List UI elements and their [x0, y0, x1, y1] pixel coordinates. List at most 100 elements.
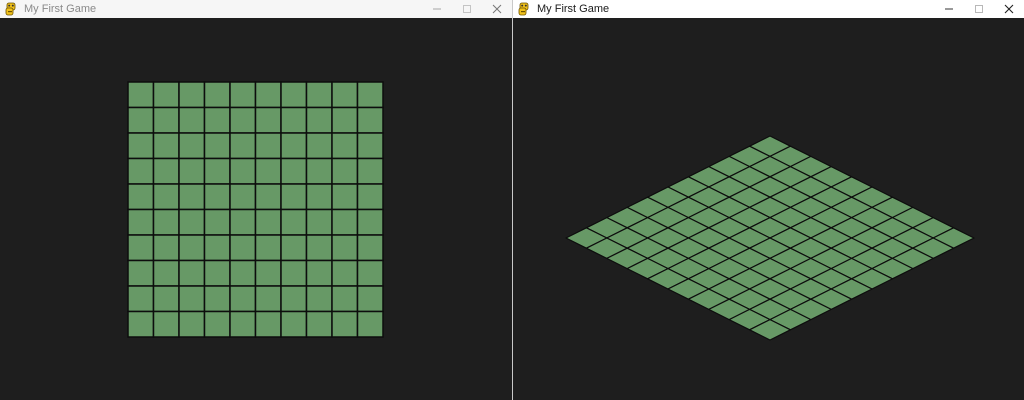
- tile: [203, 106, 231, 134]
- tile: [331, 259, 359, 287]
- tile: [305, 106, 333, 134]
- close-icon[interactable]: [482, 0, 512, 18]
- tile: [356, 157, 384, 185]
- tile: [152, 285, 180, 313]
- tile: [178, 132, 206, 160]
- tile: [331, 106, 359, 134]
- tile: [356, 183, 384, 211]
- tile: [229, 183, 257, 211]
- tile: [280, 259, 308, 287]
- tile: [280, 234, 308, 262]
- tile: [305, 81, 333, 109]
- tile: [229, 234, 257, 262]
- tile: [254, 259, 282, 287]
- tile: [356, 310, 384, 338]
- tile: [356, 106, 384, 134]
- tile: [331, 81, 359, 109]
- minimize-icon[interactable]: [422, 0, 452, 18]
- tile: [280, 285, 308, 313]
- tile: [305, 234, 333, 262]
- tile: [229, 132, 257, 160]
- window-title: My First Game: [537, 3, 610, 15]
- tile: [127, 81, 155, 109]
- tile: [305, 157, 333, 185]
- tile: [178, 208, 206, 236]
- tile: [152, 208, 180, 236]
- tile: [280, 310, 308, 338]
- tile: [152, 106, 180, 134]
- tile: [254, 81, 282, 109]
- tile: [280, 106, 308, 134]
- close-icon[interactable]: [994, 0, 1024, 18]
- tile: [280, 157, 308, 185]
- tile: [152, 234, 180, 262]
- tile: [152, 81, 180, 109]
- tile: [356, 208, 384, 236]
- tile: [152, 310, 180, 338]
- tile: [254, 157, 282, 185]
- tile: [127, 157, 155, 185]
- title-bar[interactable]: My First Game: [0, 0, 512, 18]
- tile: [229, 310, 257, 338]
- python-snake-icon: [4, 2, 18, 16]
- tile: [152, 132, 180, 160]
- tile: [331, 310, 359, 338]
- tile: [203, 234, 231, 262]
- game-canvas[interactable]: [513, 18, 1024, 400]
- tile: [356, 132, 384, 160]
- maximize-icon[interactable]: [452, 0, 482, 18]
- tile: [305, 285, 333, 313]
- tile: [331, 183, 359, 211]
- tile: [356, 234, 384, 262]
- tile: [229, 285, 257, 313]
- tile: [203, 81, 231, 109]
- game-canvas[interactable]: [0, 18, 512, 400]
- tile: [331, 234, 359, 262]
- game-window-left[interactable]: My First Game: [0, 0, 512, 400]
- game-window-right[interactable]: My First Game: [513, 0, 1024, 400]
- tile: [280, 132, 308, 160]
- tile: [356, 259, 384, 287]
- tile: [127, 183, 155, 211]
- tile: [178, 310, 206, 338]
- tile: [229, 81, 257, 109]
- tile: [178, 106, 206, 134]
- tile: [127, 208, 155, 236]
- tile: [356, 81, 384, 109]
- tile: [178, 259, 206, 287]
- window-title: My First Game: [24, 3, 97, 15]
- tile: [203, 183, 231, 211]
- tile: [305, 132, 333, 160]
- tile: [254, 183, 282, 211]
- python-snake-icon: [517, 2, 531, 16]
- tile: [254, 106, 282, 134]
- tile: [305, 310, 333, 338]
- tile: [152, 183, 180, 211]
- tile: [305, 183, 333, 211]
- tile: [178, 157, 206, 185]
- tile: [152, 157, 180, 185]
- tile: [127, 234, 155, 262]
- tile: [229, 106, 257, 134]
- tile: [203, 132, 231, 160]
- tile: [203, 285, 231, 313]
- title-bar[interactable]: My First Game: [513, 0, 1024, 18]
- tile: [127, 132, 155, 160]
- tile: [203, 310, 231, 338]
- maximize-icon[interactable]: [964, 0, 994, 18]
- tile: [254, 234, 282, 262]
- tile: [305, 208, 333, 236]
- tile: [178, 183, 206, 211]
- tile: [203, 259, 231, 287]
- tile: [254, 310, 282, 338]
- isometric-tile-grid: [565, 135, 975, 341]
- tile: [127, 259, 155, 287]
- tile: [229, 259, 257, 287]
- tile: [127, 106, 155, 134]
- minimize-icon[interactable]: [934, 0, 964, 18]
- tile: [203, 208, 231, 236]
- tile: [280, 81, 308, 109]
- tile: [178, 285, 206, 313]
- tile: [331, 157, 359, 185]
- orthographic-tile-grid: [127, 81, 384, 338]
